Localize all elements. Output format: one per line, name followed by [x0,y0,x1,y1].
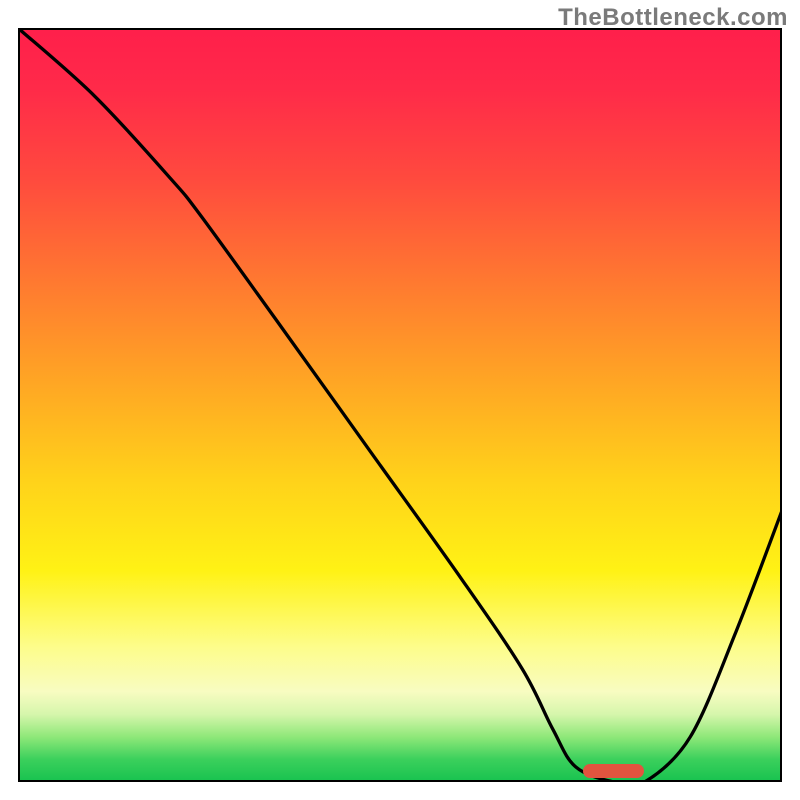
axis-border-left [18,28,20,782]
optimum-marker [583,764,644,778]
curve-svg [18,28,782,782]
bottleneck-curve [18,28,782,782]
axis-border-right [780,28,782,782]
watermark-text: TheBottleneck.com [558,4,788,32]
axis-border-bottom [18,780,782,782]
plot-area [18,28,782,782]
